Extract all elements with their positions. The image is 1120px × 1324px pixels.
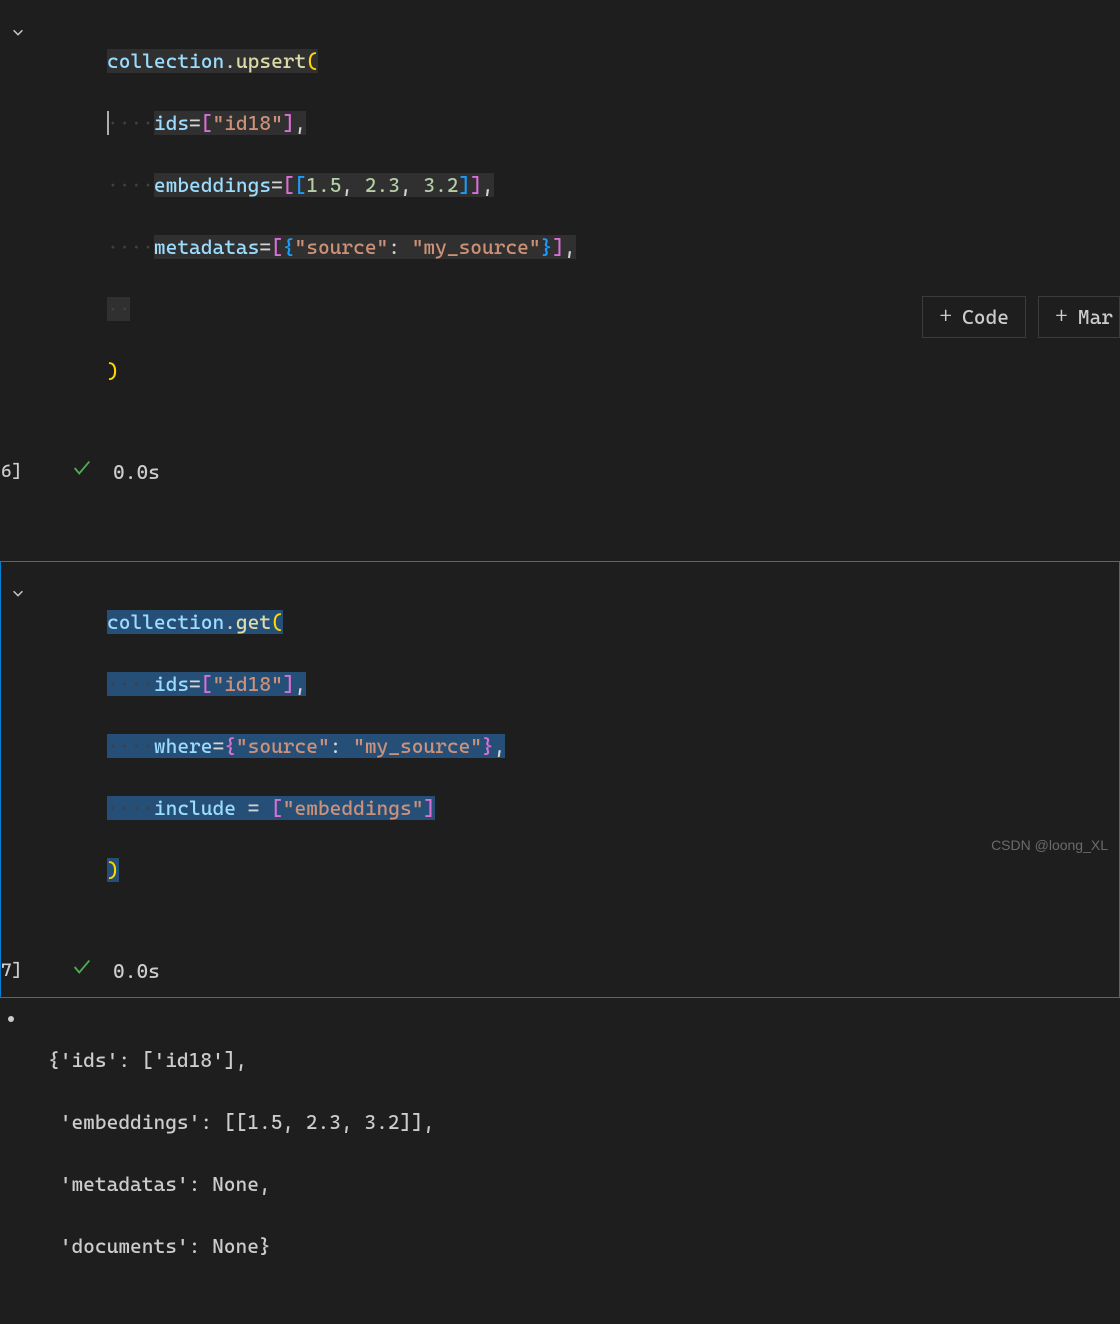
code-token: include (154, 796, 236, 820)
watermark: CSDN @loong_XL (991, 835, 1108, 857)
code-token: "id18" (212, 111, 282, 135)
execution-time: 0.0s (113, 956, 160, 987)
code-token: where (154, 734, 213, 758)
plus-icon: + (1055, 306, 1068, 328)
code-token: ( (271, 610, 283, 634)
code-token: [ (283, 173, 295, 197)
code-token: ) (107, 858, 119, 882)
code-token (236, 796, 248, 820)
code-token: { (224, 734, 236, 758)
code-token: 1.5 (306, 173, 341, 197)
code-token: : (330, 734, 353, 758)
execution-time: 0.0s (113, 457, 160, 488)
add-code-cell-button[interactable]: + Code (922, 296, 1026, 338)
code-token: "source" (236, 734, 330, 758)
code-token: = (259, 235, 271, 259)
code-token: upsert (236, 49, 306, 73)
execution-count: 6] (1, 458, 22, 486)
collapse-chevron-icon[interactable] (11, 17, 25, 31)
code-token: = (248, 796, 260, 820)
execution-count: 7] (1, 957, 22, 985)
code-cell-1: collection.upsert( ····ids=["id18"], ···… (0, 0, 1120, 499)
code-token: "embeddings" (283, 796, 424, 820)
code-token: collection (107, 610, 224, 634)
code-token: [ (295, 173, 307, 197)
code-token: = (271, 173, 283, 197)
code-token: ] (283, 111, 295, 135)
output-text: {'ids': ['id18'], 'embeddings': [[1.5, 2… (0, 1008, 1120, 1324)
whitespace-guides: ·· (107, 297, 130, 321)
code-editor-2[interactable]: collection.get( ····ids=["id18"], ····wh… (1, 562, 1119, 948)
output-line: 'embeddings': [[1.5, 2.3, 3.2]], (48, 1107, 1120, 1138)
whitespace-guides: ···· (107, 235, 154, 259)
code-token: ( (306, 49, 318, 73)
output-line: {'ids': ['id18'], (48, 1045, 1120, 1076)
code-token: ] (283, 672, 295, 696)
code-token: ] (470, 173, 482, 197)
code-token: [ (201, 672, 213, 696)
code-token: [ (271, 796, 283, 820)
button-label: Code (962, 305, 1009, 329)
code-token: embeddings (154, 173, 271, 197)
code-token: "my_source" (353, 734, 482, 758)
code-token: [ (271, 235, 283, 259)
code-token: . (224, 49, 236, 73)
code-token: ] (552, 235, 564, 259)
code-token: get (236, 610, 271, 634)
code-token: ) (107, 359, 119, 383)
collapse-chevron-icon[interactable] (11, 578, 25, 592)
code-token: [ (201, 111, 213, 135)
code-token: "id18" (212, 672, 282, 696)
code-token: , (494, 734, 506, 758)
code-token: : (388, 235, 411, 259)
output-line: 'documents': None} (48, 1231, 1120, 1262)
code-token: = (189, 111, 201, 135)
plus-icon: + (939, 306, 952, 328)
code-token: ids (154, 111, 189, 135)
code-token: ids (154, 672, 189, 696)
code-token: , (564, 235, 576, 259)
code-token: , (341, 173, 364, 197)
output-marker-icon (8, 1016, 14, 1022)
code-token: ] (459, 173, 471, 197)
cell-output: {'ids': ['id18'], 'embeddings': [[1.5, 2… (0, 1008, 1120, 1324)
insert-cell-row: + Code + Mar (922, 296, 1120, 338)
code-token: metadatas (154, 235, 259, 259)
code-token: 2.3 (365, 173, 400, 197)
success-check-icon (71, 956, 93, 987)
whitespace-guides: ···· (107, 796, 154, 820)
button-label: Mar (1078, 305, 1113, 329)
code-token: "my_source" (412, 235, 541, 259)
code-token: = (212, 734, 224, 758)
code-token: = (189, 672, 201, 696)
whitespace-guides: ···· (107, 173, 154, 197)
code-token: } (482, 734, 494, 758)
success-check-icon (71, 457, 93, 488)
code-token: } (541, 235, 553, 259)
whitespace-guides: ···· (107, 111, 154, 135)
code-editor-1[interactable]: collection.upsert( ····ids=["id18"], ···… (1, 1, 1119, 449)
cell-status-row: 6] 0.0s (1, 449, 1119, 498)
whitespace-guides: ···· (107, 672, 154, 696)
code-token: , (295, 672, 307, 696)
code-token: ] (423, 796, 435, 820)
code-token: 3.2 (423, 173, 458, 197)
code-token: , (400, 173, 423, 197)
code-token: , (295, 111, 307, 135)
code-token: "source" (295, 235, 389, 259)
whitespace-guides: ···· (107, 734, 154, 758)
code-token (259, 796, 271, 820)
cell-status-row: 7] 0.0s (1, 948, 1119, 997)
code-token: collection (107, 49, 224, 73)
code-token: { (283, 235, 295, 259)
add-markdown-cell-button[interactable]: + Mar (1038, 296, 1120, 338)
code-token: . (224, 610, 236, 634)
code-token: , (482, 173, 494, 197)
code-cell-2: collection.get( ····ids=["id18"], ····wh… (0, 561, 1120, 998)
output-line: 'metadatas': None, (48, 1169, 1120, 1200)
